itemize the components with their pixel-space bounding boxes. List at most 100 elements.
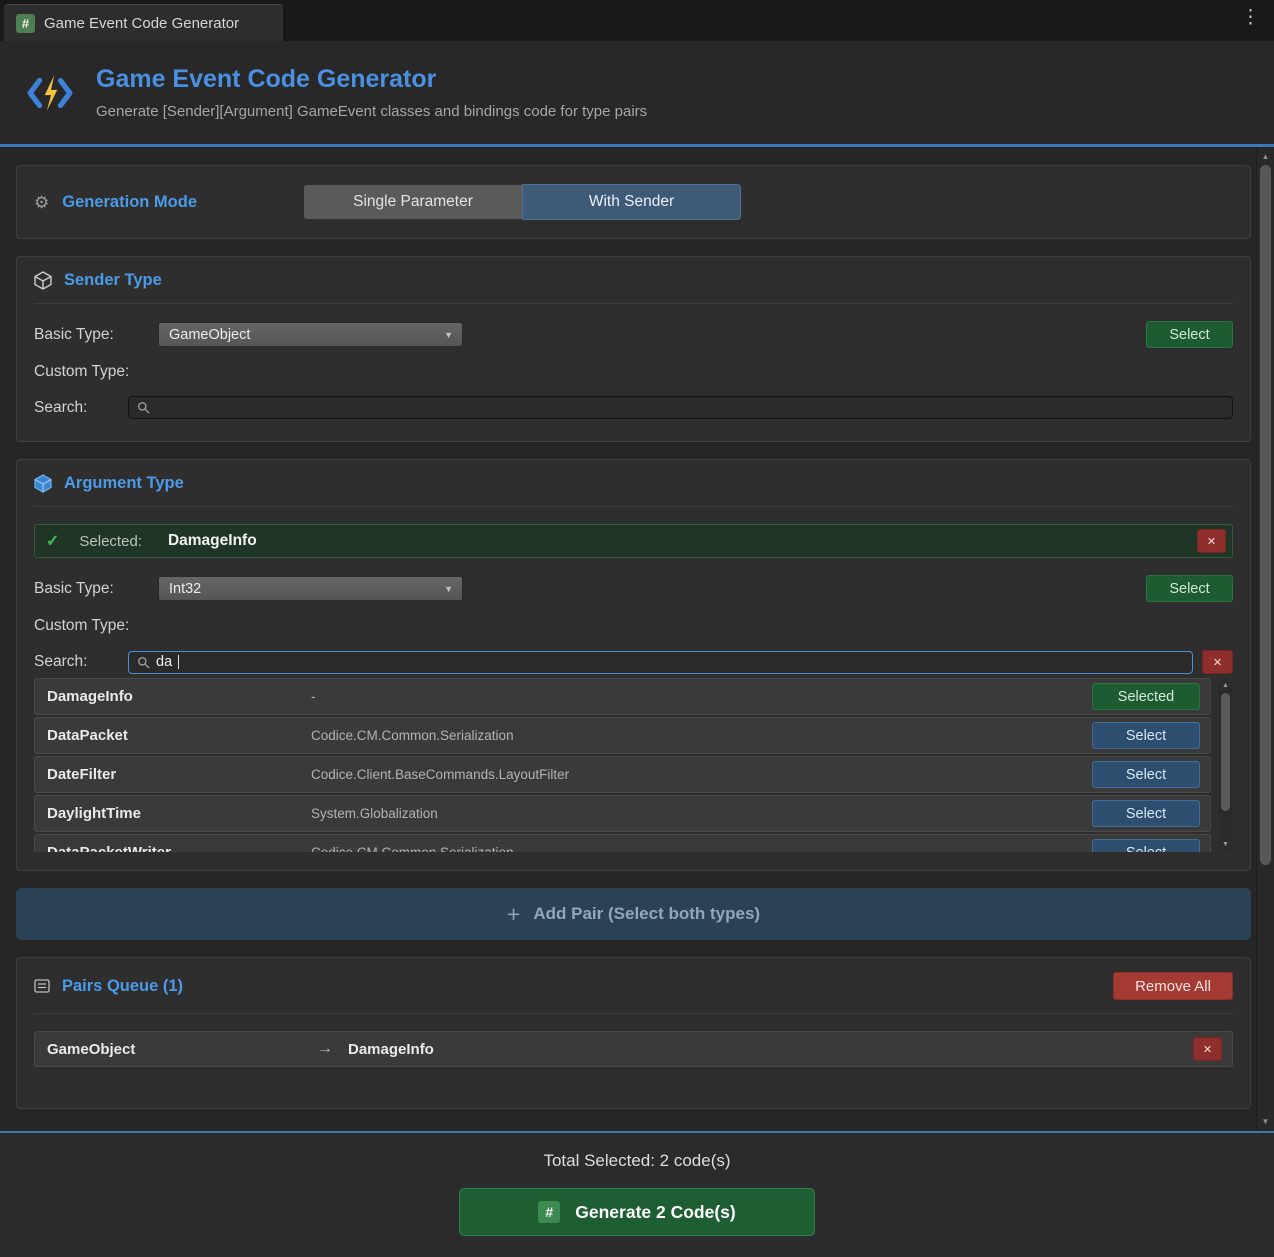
gear-icon: ⚙ [34,194,49,211]
table-row: DateFilter Codice.Client.BaseCommands.La… [34,756,1211,793]
argument-basic-type-dropdown[interactable]: Int32 ▼ [158,576,463,601]
csharp-script-icon: # [16,14,35,33]
sender-custom-type-row: Custom Type: [34,363,1233,381]
argument-search-value: da [156,654,172,670]
generation-mode-toggle: Single Parameter With Sender [303,184,741,220]
divider [34,506,1233,507]
table-row: DamageInfo - Selected [34,678,1211,715]
search-icon [137,656,150,669]
page-title: Game Event Code Generator [96,65,647,94]
custom-type-label: Custom Type: [34,363,129,381]
select-button[interactable]: Select [1092,800,1200,827]
generation-mode-section: ⚙ Generation Mode Single Parameter With … [16,165,1251,239]
pair-row: GameObject → DamageInfo ✕ [34,1031,1233,1067]
search-label: Search: [34,653,128,671]
argument-type-section: Argument Type ✓ Selected: DamageInfo ✕ B… [16,459,1251,871]
remove-pair-button[interactable]: ✕ [1193,1037,1222,1061]
selected-value: DamageInfo [168,532,257,550]
custom-type-label: Custom Type: [34,617,129,635]
pair-argument: DamageInfo [348,1041,434,1058]
basic-type-label: Basic Type: [34,580,158,598]
clear-search-button[interactable]: ✕ [1202,650,1233,674]
scroll-up-icon[interactable]: ▲ [1218,682,1233,689]
lightning-bolt-icon [26,72,74,114]
chevron-down-icon: ▼ [444,330,453,340]
type-namespace: System.Globalization [311,806,438,821]
sender-basic-type-row: Basic Type: GameObject ▼ Select [34,321,1233,348]
with-sender-button[interactable]: With Sender [522,184,741,220]
divider [34,303,1233,304]
generate-codes-button[interactable]: # Generate 2 Code(s) [459,1188,815,1236]
remove-all-button[interactable]: Remove All [1113,972,1233,1000]
tab-label: Game Event Code Generator [44,15,239,32]
selected-badge-button[interactable]: Selected [1092,683,1200,710]
select-button[interactable]: Select [1092,839,1200,852]
results-scrollbar[interactable]: ▲ ▼ [1218,678,1233,852]
scrollbar-thumb[interactable] [1221,693,1230,811]
argument-basic-type-value: Int32 [169,581,201,597]
select-button[interactable]: Select [1092,761,1200,788]
search-results-list: DamageInfo - Selected DataPacket Codice.… [34,678,1233,852]
window-menu-icon[interactable]: ⋮ [1241,8,1260,27]
select-button[interactable]: Select [1092,722,1200,749]
pairs-queue-title: Pairs Queue (1) [62,977,183,996]
type-name: DaylightTime [47,805,311,822]
sender-search-row: Search: [34,396,1233,419]
scroll-up-icon[interactable]: ▲ [1257,152,1274,161]
cube-filled-icon [34,474,52,493]
argument-custom-type-row: Custom Type: [34,617,1233,635]
argument-type-heading: Argument Type [34,474,1233,493]
generation-mode-heading: ⚙ Generation Mode [34,193,286,212]
sender-select-button[interactable]: Select [1146,321,1233,348]
list-icon [34,978,50,994]
main-area: ⚙ Generation Mode Single Parameter With … [0,147,1274,1131]
sender-type-section: Sender Type Basic Type: GameObject ▼ Sel… [16,256,1251,442]
pairs-queue-section: Pairs Queue (1) Remove All GameObject → … [16,957,1251,1109]
type-namespace: Codice.Client.BaseCommands.LayoutFilter [311,767,569,782]
single-parameter-button[interactable]: Single Parameter [303,184,522,220]
type-namespace: Codice.CM.Common.Serialization [311,728,514,743]
header-text: Game Event Code Generator Generate [Send… [96,65,647,120]
search-icon [137,401,150,414]
arrow-right-icon: → [317,1040,333,1058]
header: Game Event Code Generator Generate [Send… [0,41,1274,144]
add-pair-label: Add Pair (Select both types) [533,904,760,924]
type-name: DataPacketWriter [47,844,311,852]
pairs-queue-heading: Pairs Queue (1) Remove All [34,972,1233,1000]
argument-search-row: Search: da ✕ [34,650,1233,674]
selected-argument-banner: ✓ Selected: DamageInfo ✕ [34,524,1233,558]
argument-select-button[interactable]: Select [1146,575,1233,602]
argument-type-title: Argument Type [64,474,184,493]
type-name: DataPacket [47,727,311,744]
scroll-down-icon[interactable]: ▼ [1257,1117,1274,1126]
sender-search-input[interactable] [128,396,1233,419]
sender-basic-type-value: GameObject [169,327,250,343]
add-pair-button[interactable]: + Add Pair (Select both types) [16,888,1251,940]
csharp-script-icon: # [538,1201,560,1223]
scroll-down-icon[interactable]: ▼ [1218,841,1233,848]
selected-label: Selected: [79,533,142,550]
type-namespace: Codice.CM.Common.Serialization [311,845,514,852]
tab-bar: # Game Event Code Generator ⋮ [0,0,1274,41]
clear-selected-button[interactable]: ✕ [1197,529,1226,553]
plus-icon: + [507,903,520,926]
text-caret [178,655,179,669]
generation-mode-title: Generation Mode [62,193,197,212]
unity-window: # Game Event Code Generator ⋮ Game Event… [0,0,1274,1257]
type-namespace: - [311,689,316,704]
argument-search-input[interactable]: da [128,651,1193,674]
content: ⚙ Generation Mode Single Parameter With … [0,147,1256,1131]
total-selected-text: Total Selected: 2 code(s) [0,1133,1274,1171]
page-subtitle: Generate [Sender][Argument] GameEvent cl… [96,103,647,120]
type-name: DamageInfo [47,688,311,705]
table-row: DaylightTime System.Globalization Select [34,795,1211,832]
sender-type-title: Sender Type [64,271,162,290]
table-row: DataPacket Codice.CM.Common.Serializatio… [34,717,1211,754]
main-scrollbar[interactable]: ▲ ▼ [1256,147,1274,1131]
search-label: Search: [34,399,128,417]
tab-game-event-code-generator[interactable]: # Game Event Code Generator [4,4,283,41]
table-row: DataPacketWriter Codice.CM.Common.Serial… [34,834,1211,852]
search-result-rows: DamageInfo - Selected DataPacket Codice.… [34,678,1211,852]
scrollbar-thumb[interactable] [1260,165,1271,865]
sender-basic-type-dropdown[interactable]: GameObject ▼ [158,322,463,347]
